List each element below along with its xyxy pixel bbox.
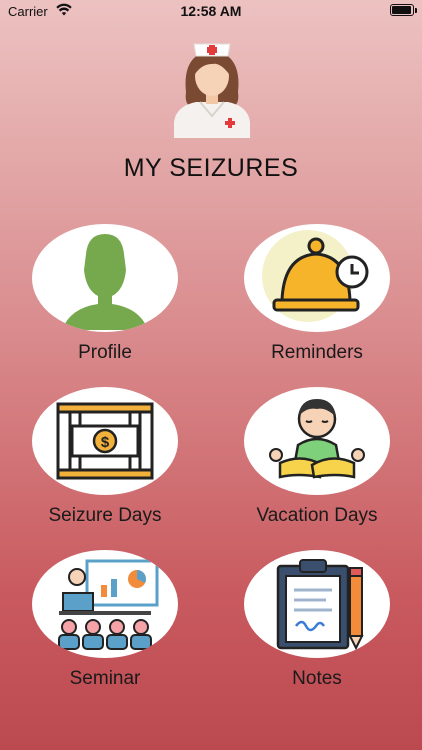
profile-button[interactable]: Profile xyxy=(10,224,200,384)
battery-level xyxy=(392,6,411,14)
seizure-days-button[interactable]: $ Seizure Days xyxy=(10,387,200,547)
status-time: 12:58 AM xyxy=(180,3,242,19)
notes-label: Notes xyxy=(292,668,342,689)
reminders-button[interactable]: Reminders xyxy=(222,224,412,384)
clipboard-pencil-icon xyxy=(276,559,364,651)
reminders-label: Reminders xyxy=(271,342,363,363)
notes-button[interactable]: Notes xyxy=(222,550,412,710)
seizure-days-label: Seizure Days xyxy=(48,505,162,526)
app-title: MY SEIZURES xyxy=(123,154,299,182)
seminar-icon-circle xyxy=(32,550,178,658)
money-cage-icon: $ xyxy=(56,402,154,480)
profile-icon-circle xyxy=(32,224,178,332)
profile-label: Profile xyxy=(78,342,132,363)
meditating-girl-icon xyxy=(269,399,365,479)
bell-clock-icon xyxy=(262,230,369,322)
seminar-label: Seminar xyxy=(69,668,141,689)
seminar-audience-icon xyxy=(58,559,159,650)
nurse-logo-icon xyxy=(174,43,250,138)
person-silhouette-icon xyxy=(62,234,148,330)
vacation-days-label: Vacation Days xyxy=(256,505,378,526)
vacation-days-button[interactable]: Vacation Days xyxy=(222,387,412,547)
battery-icon xyxy=(390,4,417,16)
status-bar: Carrier 12:58 AM xyxy=(0,0,422,22)
seminar-button[interactable]: Seminar xyxy=(10,550,200,710)
vacation-days-icon-circle xyxy=(244,387,390,495)
svg-text:$: $ xyxy=(101,434,110,451)
notes-icon-circle xyxy=(244,550,390,658)
reminders-icon-circle xyxy=(244,224,390,332)
seizure-days-icon-circle: $ xyxy=(32,387,178,495)
